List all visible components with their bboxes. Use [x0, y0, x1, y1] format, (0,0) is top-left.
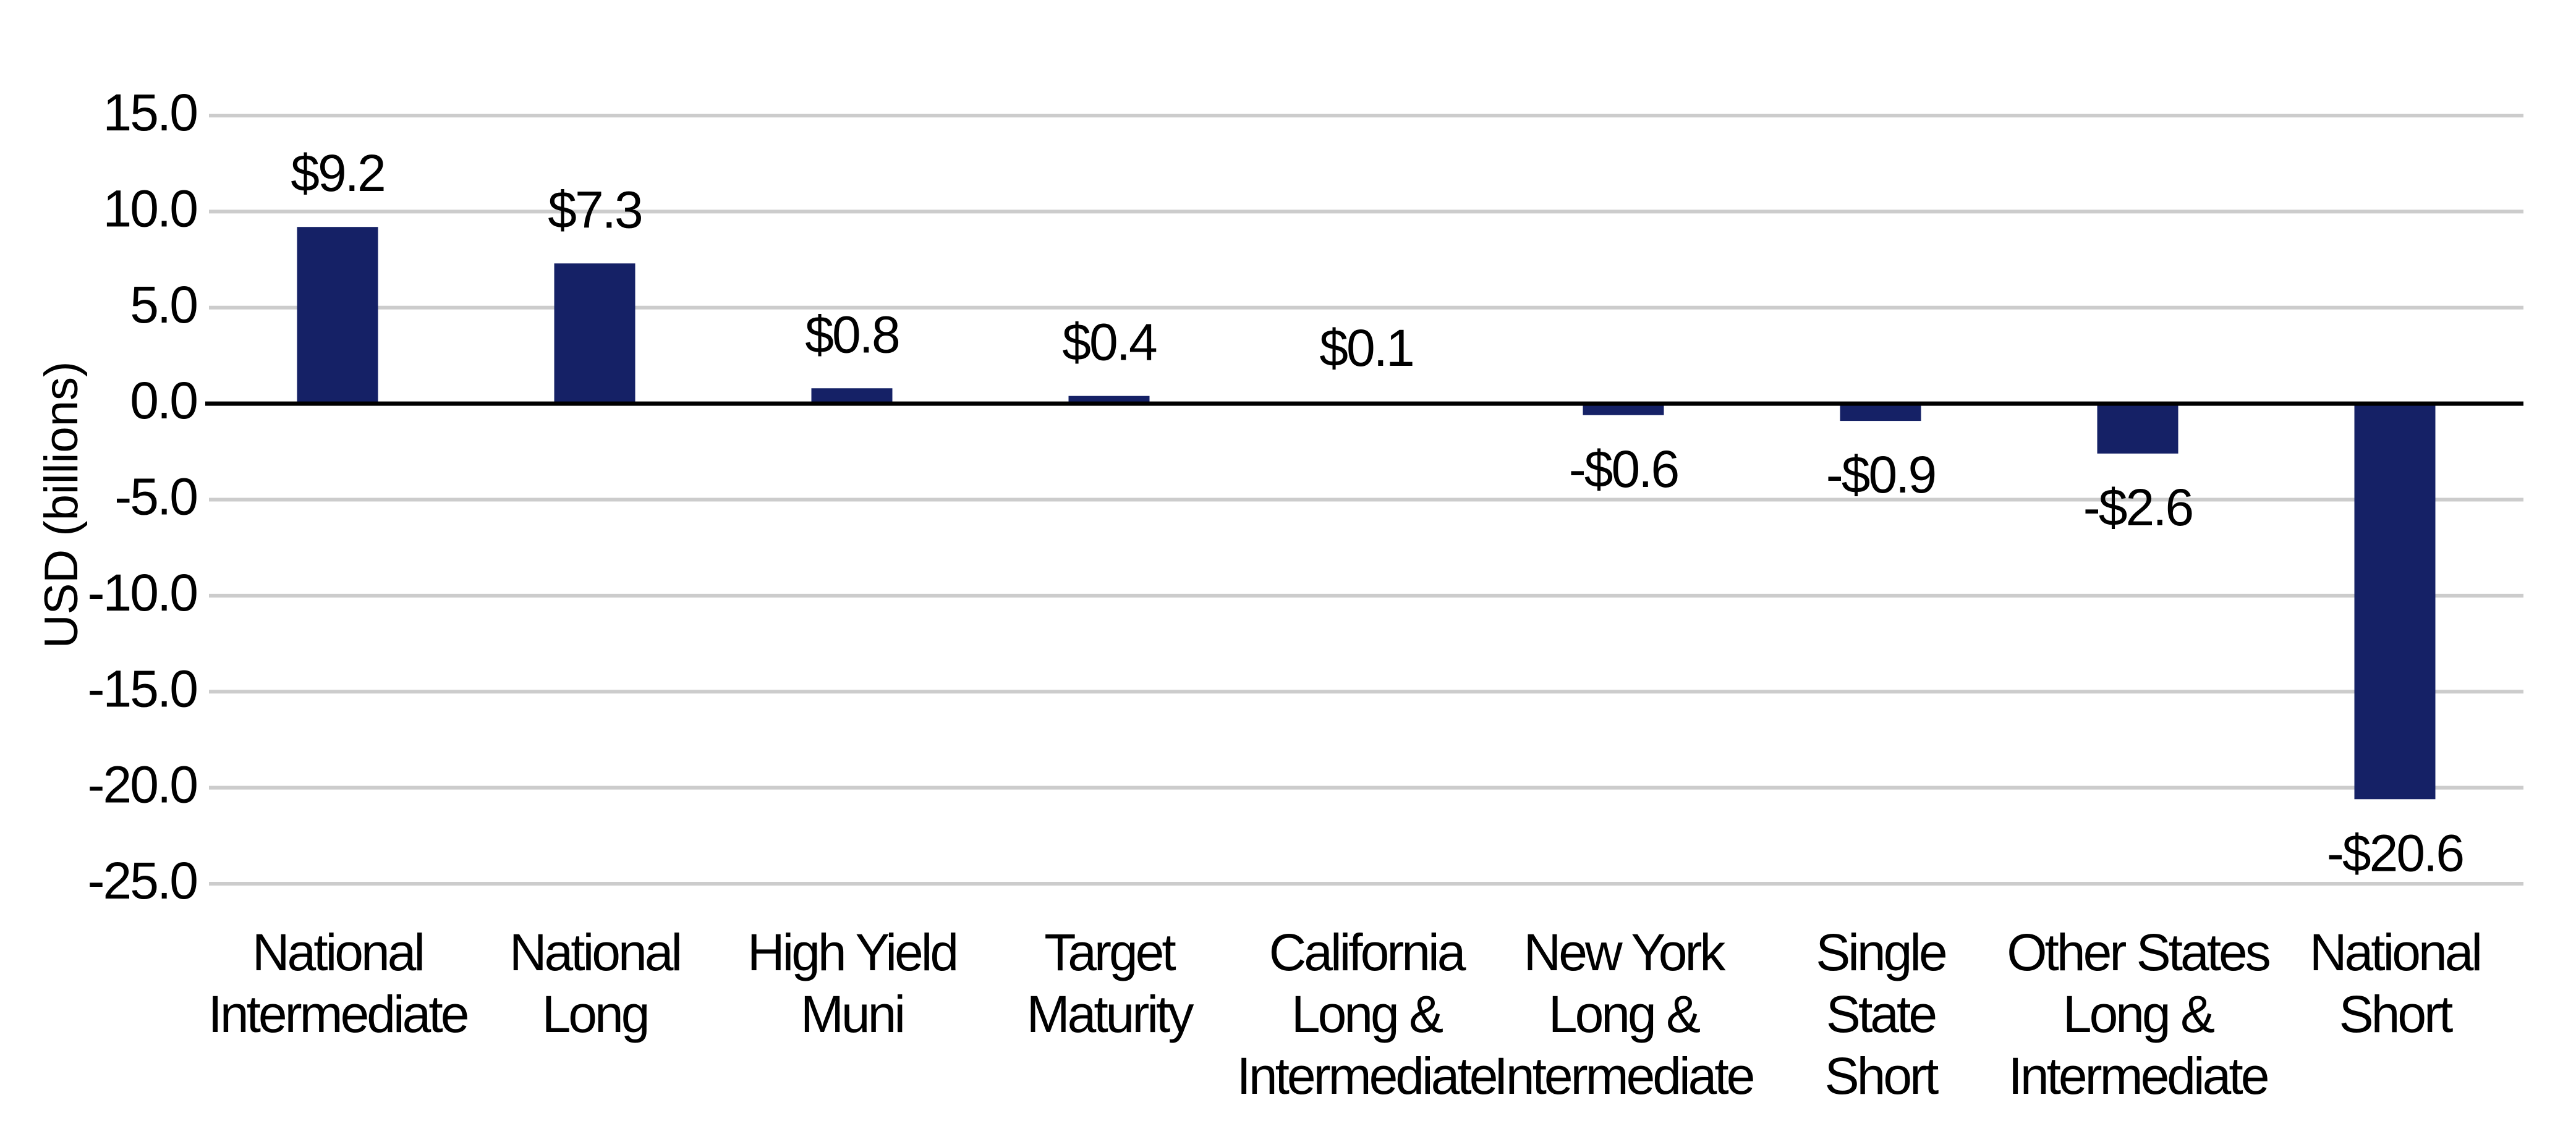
x-category-label-line: Long &	[1549, 985, 1700, 1043]
x-category-label-line: Short	[2339, 985, 2453, 1043]
x-category-label-line: Intermediate	[1237, 1047, 1496, 1105]
y-tick-label: 15.0	[103, 83, 197, 142]
x-category-label: National Intermediate	[208, 923, 467, 1043]
y-axis-title: USD (billions)	[35, 362, 88, 649]
x-category-label: New York Long & Intermediate	[1494, 923, 1753, 1105]
x-category-label: Other States Long & Intermediate	[2007, 923, 2269, 1105]
x-category-label-line: National	[2310, 923, 2480, 981]
x-category-label-line: National	[252, 923, 423, 981]
bar	[811, 388, 893, 404]
data-label: $0.4	[1062, 313, 1157, 371]
data-label: -$0.9	[1826, 446, 1935, 504]
x-category-label-line: National	[509, 923, 680, 981]
x-category-label-line: Long &	[2063, 985, 2214, 1043]
y-tick-label: 5.0	[130, 276, 197, 334]
x-category-label: High Yield Muni	[747, 923, 956, 1043]
data-label: $7.3	[548, 180, 642, 239]
bar	[554, 263, 635, 404]
y-axis-ticks: 15.0 10.0 5.0 0.0 -5.0 -10.0 -15.0 -20.0 -25.0	[88, 83, 199, 910]
x-category-label-line: California	[1269, 923, 1466, 981]
data-label: -$2.6	[2083, 478, 2193, 536]
y-tick-label: -5.0	[114, 468, 197, 526]
x-category-label-line: Maturity	[1027, 985, 1194, 1043]
y-tick-label: 0.0	[130, 371, 197, 429]
x-category-label: National Long	[509, 923, 680, 1043]
data-label: $0.8	[805, 305, 899, 363]
x-category-label-line: New York	[1524, 923, 1727, 981]
x-category-label-line: Long &	[1291, 985, 1443, 1043]
data-label: $0.1	[1319, 319, 1413, 377]
x-axis-category-labels: National IntermediateNational LongHigh Yie…	[208, 923, 2483, 1105]
x-category-label-line: Intermediate	[208, 985, 467, 1043]
x-category-label-line: Long	[542, 985, 648, 1043]
data-label: $9.2	[291, 144, 385, 202]
y-tick-label: -20.0	[88, 756, 197, 814]
x-category-label-line: Intermediate	[2009, 1047, 2268, 1105]
bar	[297, 227, 378, 404]
data-labels: $9.2 $7.3 $0.8 $0.4 $0.1 -$0.6 -$0.9 -$2.6 -$20.…	[291, 144, 2465, 882]
data-label: -$20.6	[2327, 824, 2463, 882]
y-tick-label: 10.0	[103, 179, 197, 237]
bar	[1840, 404, 1921, 421]
x-category-label-line: Single	[1816, 923, 1945, 981]
x-category-label: National Short	[2310, 923, 2480, 1043]
x-category-label-line: State	[1826, 985, 1935, 1043]
x-category-label: Single State Short	[1816, 923, 1945, 1105]
x-category-label: California Long & Intermediate	[1237, 923, 1496, 1105]
bar	[2097, 404, 2179, 454]
y-tick-label: -25.0	[88, 852, 197, 910]
bar	[2354, 404, 2436, 800]
x-category-label-line: High Yield	[747, 923, 956, 981]
x-category-label-line: Muni	[801, 985, 903, 1043]
x-category-label-line: Other States	[2007, 923, 2269, 981]
x-category-label: Target Maturity	[1027, 923, 1194, 1043]
y-tick-label: -15.0	[88, 659, 197, 717]
data-label: -$0.6	[1569, 440, 1678, 498]
x-category-label-line: Short	[1825, 1047, 1939, 1105]
bar-chart: 15.0 10.0 5.0 0.0 -5.0 -10.0 -15.0 -20.0 -25.0 $…	[35, 83, 2523, 1105]
y-tick-label: -10.0	[88, 564, 197, 622]
x-category-label-line: Intermediate	[1494, 1047, 1753, 1105]
x-category-label-line: Target	[1044, 923, 1176, 981]
